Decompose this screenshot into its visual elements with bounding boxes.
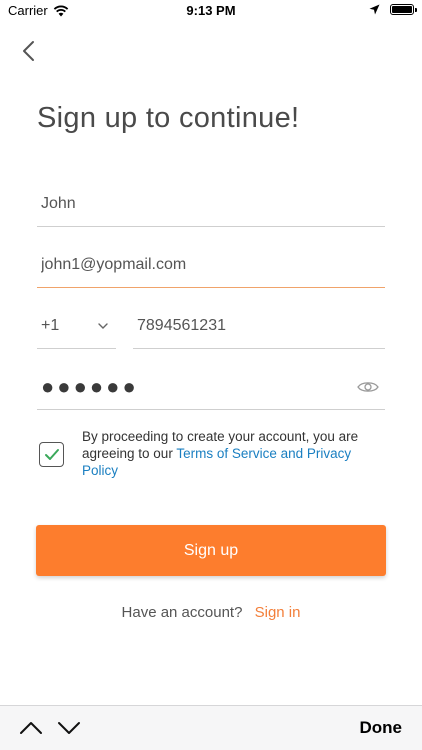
password-input[interactable]: ●●●●●● — [37, 376, 357, 398]
done-button[interactable]: Done — [360, 718, 403, 738]
country-code-select[interactable]: +1 — [37, 304, 116, 349]
name-field[interactable] — [37, 182, 385, 227]
agreement-text: By proceeding to create your account, yo… — [82, 428, 382, 479]
chevron-down-icon — [98, 323, 108, 329]
chevron-left-icon — [23, 41, 34, 61]
sign-in-prompt: Have an account? — [121, 604, 243, 621]
status-bar: Carrier 9:13 PM — [0, 0, 422, 22]
phone-field[interactable] — [133, 304, 385, 349]
location-arrow-icon — [369, 4, 380, 15]
status-right — [369, 4, 417, 15]
battery-icon — [390, 4, 417, 15]
phone-input[interactable] — [133, 304, 385, 348]
country-code-value: +1 — [41, 317, 60, 334]
page-title: Sign up to continue! — [37, 102, 300, 134]
keyboard-toolbar: Done — [0, 705, 422, 750]
back-button[interactable] — [18, 38, 40, 64]
email-input[interactable] — [37, 243, 385, 287]
sign-in-link[interactable]: Sign in — [255, 604, 301, 621]
check-icon — [44, 449, 59, 460]
name-input[interactable] — [37, 182, 385, 226]
password-field[interactable]: ●●●●●● — [37, 365, 385, 410]
eye-icon[interactable] — [357, 380, 379, 394]
chevron-up-icon[interactable] — [18, 718, 44, 738]
sign-in-row: Have an account? Sign in — [0, 604, 422, 621]
agree-checkbox[interactable] — [39, 442, 64, 467]
email-field[interactable] — [37, 243, 385, 288]
sign-up-button[interactable]: Sign up — [36, 525, 386, 576]
chevron-down-icon[interactable] — [56, 718, 82, 738]
status-time: 9:13 PM — [186, 3, 236, 18]
